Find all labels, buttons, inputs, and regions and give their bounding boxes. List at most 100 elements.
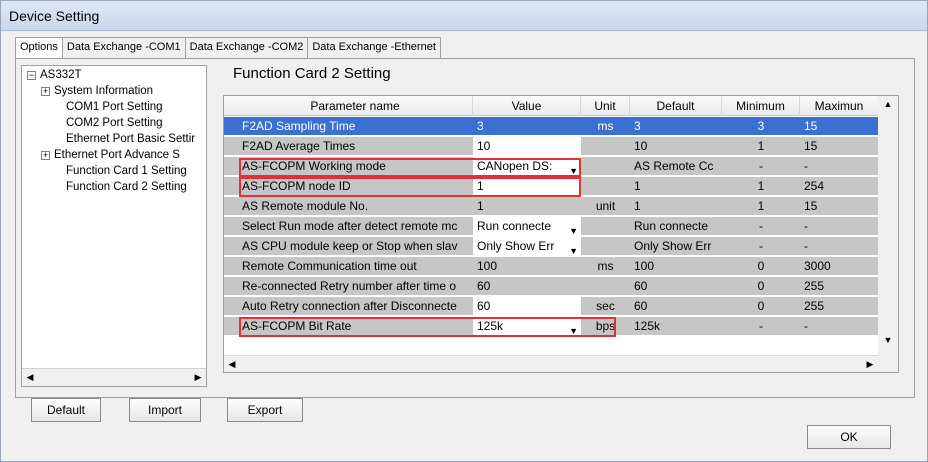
tab-options[interactable]: Options: [15, 37, 63, 60]
param-unit: [581, 157, 630, 176]
param-name: Remote Communication time out: [242, 259, 417, 273]
param-minimum: -: [759, 159, 763, 173]
param-unit: [581, 277, 630, 296]
scroll-right-icon[interactable]: ▶: [190, 369, 206, 386]
highlight-box-bit-rate: [239, 317, 616, 337]
param-default: 1: [634, 179, 641, 193]
param-name: Select Run mode after detect remote mc: [242, 219, 458, 233]
tree-item-function-card-1[interactable]: Function Card 1 Setting: [66, 163, 187, 179]
tab-data-exchange-ethernet[interactable]: Data Exchange -Ethernet: [307, 37, 441, 59]
device-setting-window: Device Setting Options Data Exchange -CO…: [0, 0, 928, 462]
param-minimum: 0: [757, 279, 765, 293]
scroll-left-icon[interactable]: ◀: [224, 356, 240, 372]
param-maximum: -: [804, 319, 808, 333]
tree-item-system-information[interactable]: System Information: [54, 83, 153, 99]
expand-icon[interactable]: +: [41, 87, 50, 96]
column-header-parameter-name[interactable]: Parameter name: [238, 96, 473, 116]
dropdown-arrow-icon[interactable]: ▼: [569, 222, 578, 236]
run-mode-dropdown[interactable]: Run connecte ▼: [473, 217, 581, 236]
title-bar: Device Setting: [1, 1, 927, 31]
param-name: AS CPU module keep or Stop when slav: [242, 239, 458, 253]
tree-item-root[interactable]: AS332T: [40, 67, 82, 83]
tree-item-function-card-2[interactable]: Function Card 2 Setting: [66, 179, 187, 195]
highlight-box-node-id: [239, 177, 581, 197]
param-default: 60: [634, 299, 648, 313]
param-minimum: -: [759, 239, 763, 253]
parameter-grid: Parameter name Value Unit Default Minimu…: [223, 95, 899, 373]
column-header-maximum[interactable]: Maximun: [800, 96, 878, 116]
param-unit: unit: [595, 199, 616, 213]
param-value[interactable]: 100: [473, 257, 581, 276]
tab-data-exchange-com2[interactable]: Data Exchange -COM2: [184, 37, 309, 59]
param-maximum: 255: [804, 279, 825, 293]
default-button[interactable]: Default: [31, 398, 101, 422]
param-maximum: 254: [804, 179, 825, 193]
param-value[interactable]: 60: [473, 297, 581, 316]
param-value[interactable]: 10: [473, 137, 581, 156]
param-unit: [581, 177, 630, 196]
param-minimum: 1: [757, 199, 765, 213]
param-name: Auto Retry connection after Disconnecte: [242, 299, 457, 313]
param-value[interactable]: 3: [473, 117, 581, 136]
param-maximum: 15: [804, 199, 818, 213]
param-value: Run connecte: [477, 219, 552, 233]
param-default: AS Remote Cc: [634, 159, 714, 173]
param-value[interactable]: 1: [473, 197, 581, 216]
param-default: 125k: [634, 319, 661, 333]
table-row[interactable]: Re-connected Retry number after time o 6…: [224, 277, 878, 296]
table-row[interactable]: F2AD Sampling Time 3 ms 3 3 15: [224, 117, 878, 136]
tab-data-exchange-com1[interactable]: Data Exchange -COM1: [61, 37, 186, 59]
scroll-right-icon[interactable]: ▶: [862, 356, 878, 372]
tree-item-com2-port[interactable]: COM2 Port Setting: [66, 115, 163, 131]
param-value: Only Show Err: [477, 239, 555, 253]
table-row[interactable]: Auto Retry connection after Disconnecte …: [224, 297, 878, 316]
tree-item-ethernet-basic[interactable]: Ethernet Port Basic Settir: [66, 131, 195, 147]
highlight-box-working-mode: [239, 158, 581, 177]
collapse-icon[interactable]: −: [27, 71, 36, 80]
column-header-value[interactable]: Value: [473, 96, 581, 116]
grid-header: Parameter name Value Unit Default Minimu…: [224, 96, 898, 116]
param-unit: [581, 217, 630, 236]
table-row[interactable]: Select Run mode after detect remote mc R…: [224, 217, 878, 236]
table-row[interactable]: AS CPU module keep or Stop when slav Onl…: [224, 237, 878, 256]
table-row[interactable]: Remote Communication time out 100 ms 100…: [224, 257, 878, 276]
param-minimum: 1: [757, 179, 765, 193]
table-row[interactable]: AS Remote module No. 1 unit 1 1 15: [224, 197, 878, 216]
param-value[interactable]: 60: [473, 277, 581, 296]
param-name: AS Remote module No.: [242, 199, 369, 213]
import-button[interactable]: Import: [129, 398, 201, 422]
ok-button[interactable]: OK: [807, 425, 891, 449]
scroll-down-icon[interactable]: ▼: [880, 332, 896, 349]
param-default: 100: [634, 259, 655, 273]
param-default: Run connecte: [634, 219, 709, 233]
expand-icon[interactable]: +: [41, 151, 50, 160]
grid-horizontal-scrollbar[interactable]: ◀ ▶: [224, 355, 878, 372]
column-header-unit[interactable]: Unit: [581, 96, 630, 116]
tree-item-ethernet-advance[interactable]: Ethernet Port Advance S: [54, 147, 180, 163]
param-unit: ms: [597, 259, 614, 273]
scroll-left-icon[interactable]: ◀: [22, 369, 38, 386]
param-maximum: -: [804, 159, 808, 173]
param-minimum: 3: [757, 119, 765, 133]
tab-strip: Options Data Exchange -COM1 Data Exchang…: [15, 37, 441, 60]
param-maximum: 15: [804, 139, 818, 153]
param-unit: [581, 237, 630, 256]
param-default: 1: [634, 199, 641, 213]
param-minimum: -: [759, 219, 763, 233]
table-row[interactable]: F2AD Average Times 10 10 1 15: [224, 137, 878, 156]
keep-or-stop-dropdown[interactable]: Only Show Err ▼: [473, 237, 581, 256]
param-unit: sec: [596, 299, 615, 313]
param-name: F2AD Average Times: [242, 139, 356, 153]
tree-item-com1-port[interactable]: COM1 Port Setting: [66, 99, 163, 115]
dropdown-arrow-icon[interactable]: ▼: [569, 242, 578, 256]
grid-vertical-scrollbar[interactable]: ▲ ▼: [878, 96, 898, 372]
param-default: 60: [634, 279, 648, 293]
column-header-default[interactable]: Default: [630, 96, 722, 116]
column-header-minimum[interactable]: Minimum: [722, 96, 800, 116]
export-button[interactable]: Export: [227, 398, 303, 422]
param-unit: [581, 137, 630, 156]
param-maximum: 255: [804, 299, 825, 313]
tree-horizontal-scrollbar[interactable]: ◀ ▶: [22, 368, 206, 386]
scroll-up-icon[interactable]: ▲: [880, 96, 896, 113]
device-tree: − AS332T + System Information COM1 Port …: [21, 65, 207, 387]
